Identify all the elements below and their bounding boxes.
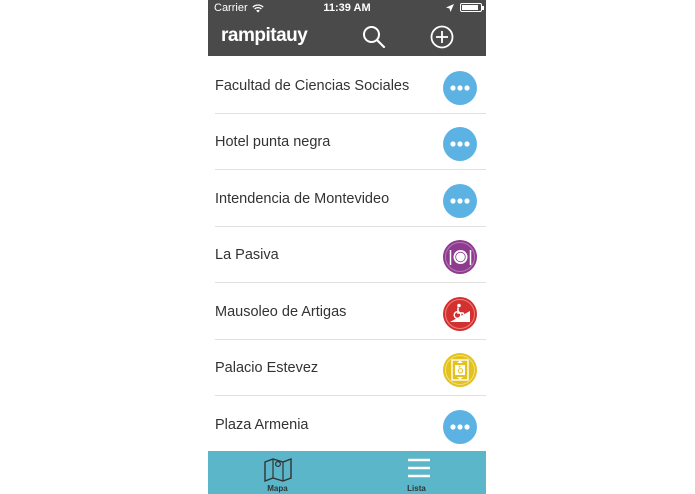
- more-icon[interactable]: [442, 409, 478, 445]
- battery-fill: [462, 5, 478, 10]
- more-icon[interactable]: [442, 126, 478, 162]
- tab-lista[interactable]: Lista: [347, 451, 486, 494]
- status-time: 11:39 AM: [323, 2, 371, 14]
- list-item-label: Palacio Estevez: [215, 360, 319, 376]
- list-item-label: Mausoleo de Artigas: [215, 304, 347, 320]
- location-arrow-icon: [446, 3, 454, 12]
- restaurant-icon[interactable]: [442, 239, 478, 275]
- list-item-mausoleo[interactable]: Mausoleo de Artigas: [208, 284, 486, 340]
- phone-screen: Carrier 11:39 AM rampitauy Facultad de C…: [208, 0, 486, 494]
- list-item-label: Plaza Armenia: [215, 417, 309, 433]
- row-divider: [215, 169, 486, 170]
- tab-label: Lista: [407, 484, 426, 493]
- list-icon: [408, 458, 430, 478]
- list-item-label: Intendencia de Montevideo: [215, 191, 390, 207]
- list-item-plaza-armenia[interactable]: Plaza Armenia: [208, 397, 486, 451]
- tab-bar: Mapa Lista: [208, 451, 486, 494]
- list-item-la-pasiva[interactable]: La Pasiva: [208, 227, 486, 283]
- row-divider: [215, 282, 486, 283]
- row-divider: [215, 395, 486, 396]
- places-list[interactable]: Facultad de Ciencias Sociales Hotel punt…: [208, 56, 486, 451]
- more-icon[interactable]: [442, 70, 478, 106]
- list-item-label: Hotel punta negra: [215, 134, 331, 150]
- add-circle-icon[interactable]: [429, 24, 455, 50]
- battery-icon: [460, 3, 484, 12]
- tab-label: Mapa: [267, 484, 288, 493]
- wheelchair-ramp-icon[interactable]: [442, 296, 478, 332]
- status-bar: Carrier 11:39 AM: [208, 0, 486, 17]
- list-item-hotel[interactable]: Hotel punta negra: [208, 114, 486, 170]
- list-item-label: Facultad de Ciencias Sociales: [215, 78, 410, 94]
- list-item-facultad[interactable]: Facultad de Ciencias Sociales: [208, 58, 486, 114]
- tab-mapa[interactable]: Mapa: [208, 451, 347, 494]
- list-item-palacio[interactable]: Palacio Estevez: [208, 340, 486, 396]
- more-icon[interactable]: [442, 183, 478, 219]
- map-icon: [264, 457, 292, 482]
- accessible-elevator-icon[interactable]: [442, 352, 478, 388]
- status-right-group: [446, 3, 484, 12]
- list-item-intendencia[interactable]: Intendencia de Montevideo: [208, 171, 486, 227]
- nav-bar: rampitauy: [208, 17, 486, 56]
- search-icon[interactable]: [361, 24, 387, 50]
- list-item-label: La Pasiva: [215, 247, 279, 263]
- app-logo: rampitauy: [221, 25, 308, 46]
